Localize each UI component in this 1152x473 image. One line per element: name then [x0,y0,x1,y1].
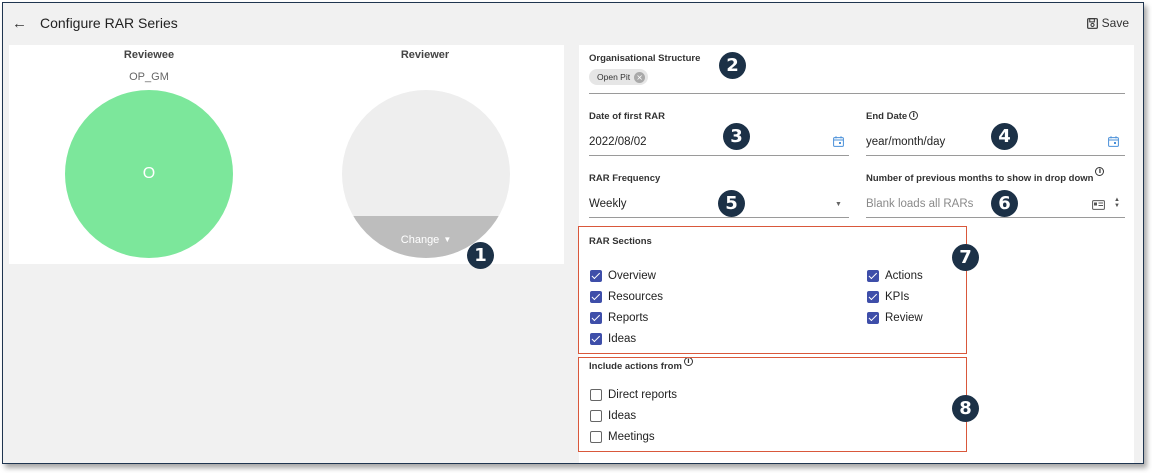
caret-down-icon: ▼ [443,235,452,244]
org-structure-underline [589,93,1125,94]
floppy-disk-icon [1086,17,1098,29]
months-input[interactable]: Blank loads all RARs [866,198,973,210]
arrow-left-icon[interactable]: ← [12,15,27,32]
end-date-label: End Date i [866,111,919,122]
callout-badge: 3 [723,123,750,150]
reviewee-id: OP_GM [129,71,169,83]
app-window: ← Configure RAR Series Save Reviewee OP_… [2,2,1144,464]
callout-badge: 8 [952,395,979,422]
id-card-icon [1092,200,1105,210]
save-button[interactable]: Save [1086,16,1129,30]
callout-badge: 6 [991,190,1018,217]
rar-sections-highlight [578,226,967,354]
first-rar-underline [589,155,849,156]
calendar-icon[interactable] [1108,136,1119,147]
end-date-underline [866,155,1125,156]
number-spinner[interactable]: ▲ ▼ [1114,197,1120,209]
callout-badge: 2 [719,52,746,79]
org-structure-chip-label: Open Pit [597,72,631,82]
calendar-icon[interactable] [833,136,844,147]
save-label: Save [1101,16,1129,30]
months-underline [866,217,1125,218]
first-rar-input[interactable]: 2022/08/02 [589,136,647,148]
frequency-label: RAR Frequency [589,173,661,184]
months-label: Number of previous months to show in dro… [866,167,1105,184]
callout-badge: 5 [718,190,745,217]
org-structure-label: Organisational Structure [589,53,701,64]
chip-remove-icon[interactable]: × [634,71,646,83]
frequency-underline [589,217,849,218]
org-structure-chip[interactable]: Open Pit × [589,69,649,85]
dropdown-arrow-icon[interactable]: ▼ [835,201,842,208]
info-icon[interactable]: i [909,111,919,120]
callout-badge: 7 [952,244,979,271]
change-reviewer-label: Change [400,234,440,246]
info-icon[interactable]: i [1095,167,1105,176]
reviewee-initial: O [142,165,156,182]
reviewee-avatar: O [65,90,233,258]
end-date-input[interactable]: year/month/day [866,136,945,148]
reviewee-heading: Reviewee [123,49,175,61]
participants-panel: Reviewee OP_GM O Reviewer Change ▼ [9,45,564,264]
first-rar-label: Date of first RAR [589,111,666,122]
frequency-select[interactable]: Weekly [589,198,627,210]
reviewer-avatar: Change ▼ [342,90,510,258]
months-label-text: Number of previous months to show in dro… [866,173,1094,184]
end-date-label-text: End Date [866,111,908,122]
callout-badge: 1 [467,242,494,269]
include-actions-highlight [578,357,967,452]
callout-badge: 4 [991,123,1018,150]
page-title: Configure RAR Series [40,15,178,31]
reviewer-heading: Reviewer [400,49,450,61]
top-bar: ← Configure RAR Series Save [3,3,1143,45]
